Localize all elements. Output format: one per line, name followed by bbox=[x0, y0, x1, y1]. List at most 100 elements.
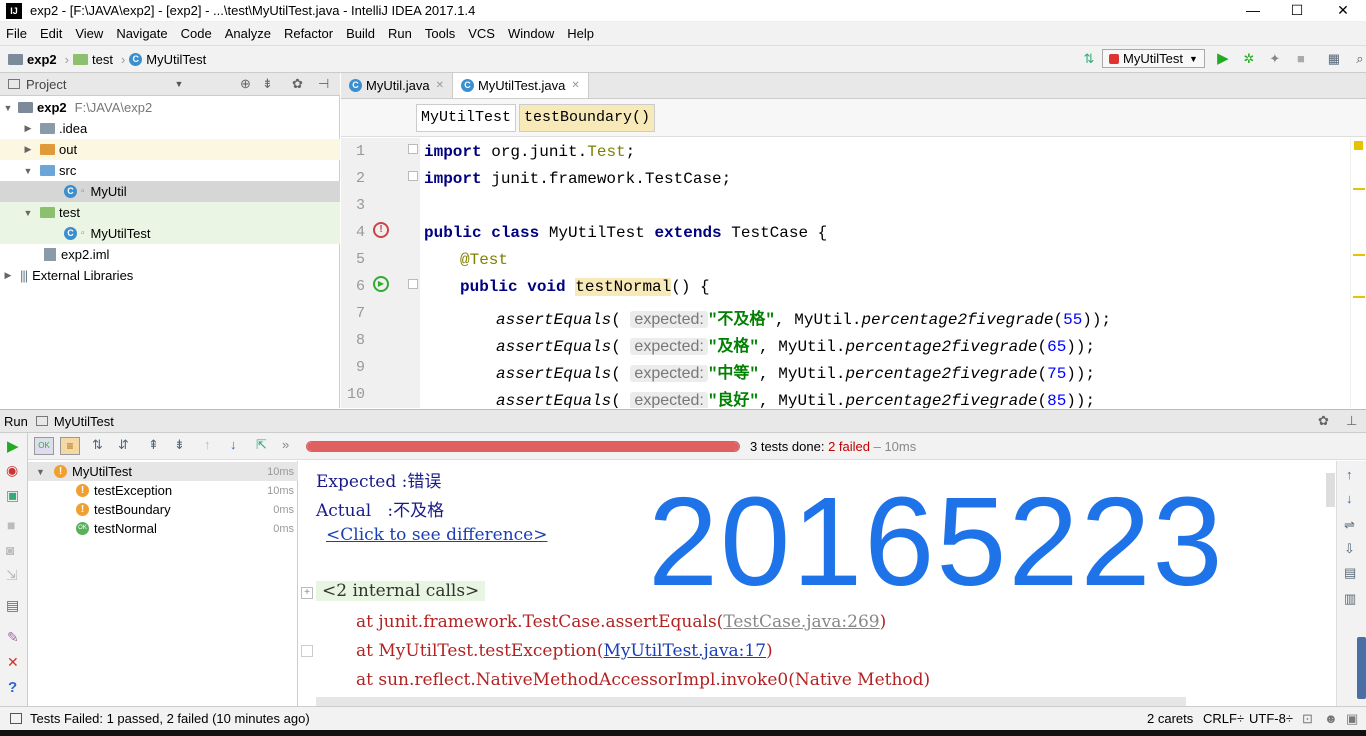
down-stack-icon[interactable]: ↓ bbox=[1346, 491, 1353, 506]
error-stripe[interactable] bbox=[1350, 138, 1366, 408]
hide-panel-icon[interactable]: ⊣ bbox=[318, 76, 329, 92]
tree-item-test[interactable]: ▼ test bbox=[0, 202, 340, 223]
project-pane-title[interactable]: Project bbox=[26, 77, 66, 92]
line-separator[interactable]: CRLF÷ bbox=[1203, 711, 1244, 726]
file-encoding[interactable]: UTF-8÷ bbox=[1249, 711, 1293, 726]
chevron-down-icon[interactable]: ▼ bbox=[174, 79, 183, 89]
menu-edit[interactable]: Edit bbox=[40, 26, 62, 41]
debug-icon[interactable]: ✲ bbox=[1241, 51, 1257, 67]
more-icon[interactable]: » bbox=[282, 437, 289, 452]
caret-count[interactable]: 2 carets bbox=[1147, 711, 1193, 726]
tree-item-external-libraries[interactable]: ▶ ||| External Libraries bbox=[0, 265, 340, 286]
expand-arrow-icon[interactable]: ▼ bbox=[2, 103, 14, 113]
code-editor[interactable]: import org.junit.Test; import junit.fram… bbox=[420, 138, 1350, 408]
internal-calls-fold[interactable]: <2 internal calls> bbox=[316, 581, 486, 601]
see-difference-link[interactable]: <Click to see difference> bbox=[326, 525, 548, 545]
project-structure-icon[interactable]: ▦ bbox=[1326, 51, 1342, 67]
export-results-icon[interactable]: ⇱ bbox=[256, 437, 267, 453]
warning-marker-icon[interactable] bbox=[1353, 254, 1365, 256]
locate-icon[interactable]: ⊕ bbox=[240, 76, 251, 92]
pin-icon[interactable]: ✎ bbox=[7, 629, 19, 646]
test-item-suite[interactable]: ▼ ! MyUtilTest 10ms bbox=[28, 462, 298, 481]
gear-icon[interactable]: ✿ bbox=[1318, 413, 1329, 429]
tab-myutiltest[interactable]: C MyUtilTest.java ✕ bbox=[452, 73, 589, 98]
warning-marker-icon[interactable] bbox=[1353, 296, 1365, 298]
menu-help[interactable]: Help bbox=[567, 26, 594, 41]
tree-item-out[interactable]: ▶ out bbox=[0, 139, 340, 160]
toggle-auto-test-icon[interactable]: ▣ bbox=[6, 487, 19, 504]
menu-tools[interactable]: Tools bbox=[425, 26, 455, 41]
tab-myutil[interactable]: C MyUtil.java ✕ bbox=[341, 73, 453, 98]
tree-item-exp2[interactable]: ▼ exp2 F:\JAVA\exp2 bbox=[0, 97, 340, 118]
breadcrumb-class[interactable]: MyUtilTest bbox=[416, 104, 517, 132]
show-ignored-icon[interactable]: ≡ bbox=[60, 437, 80, 455]
collapse-all-icon[interactable]: ⇟ bbox=[262, 76, 273, 92]
up-stack-icon[interactable]: ↑ bbox=[1346, 467, 1353, 482]
menu-view[interactable]: View bbox=[75, 26, 103, 41]
prev-failed-icon[interactable]: ↑ bbox=[204, 437, 211, 452]
fold-icon[interactable] bbox=[408, 171, 418, 181]
menu-run[interactable]: Run bbox=[388, 26, 412, 41]
fold-icon[interactable] bbox=[408, 279, 418, 289]
next-failed-icon[interactable]: ↓ bbox=[230, 437, 237, 452]
warning-marker-icon[interactable] bbox=[1354, 141, 1363, 150]
test-item-testboundary[interactable]: ! testBoundary 0ms bbox=[28, 500, 298, 519]
export-icon[interactable]: ⇲ bbox=[6, 567, 18, 584]
menu-navigate[interactable]: Navigate bbox=[116, 26, 167, 41]
layout-icon[interactable]: ▤ bbox=[6, 597, 19, 614]
build-icon[interactable]: ⇅ bbox=[1081, 51, 1097, 67]
gear-icon[interactable]: ✿ bbox=[292, 76, 303, 92]
dump-threads-icon[interactable]: ◙ bbox=[6, 542, 14, 558]
minimize-button[interactable]: — bbox=[1230, 0, 1276, 22]
expand-arrow-icon[interactable]: ▼ bbox=[22, 208, 34, 218]
menu-window[interactable]: Window bbox=[508, 26, 554, 41]
coverage-icon[interactable]: ✦ bbox=[1267, 51, 1283, 67]
horizontal-scrollbar[interactable] bbox=[316, 697, 1186, 706]
test-console-output[interactable]: Expected :错误 Actual :不及格 <Click to see d… bbox=[298, 461, 1336, 706]
expand-arrow-icon[interactable]: ▼ bbox=[22, 166, 34, 176]
expand-arrow-icon[interactable]: ▶ bbox=[22, 123, 34, 134]
rerun-failed-icon[interactable]: ◉ bbox=[6, 462, 18, 479]
expand-arrow-icon[interactable]: ▶ bbox=[2, 270, 14, 281]
test-item-testexception[interactable]: ! testException 10ms bbox=[28, 481, 298, 500]
close-icon[interactable]: ✕ bbox=[571, 80, 579, 91]
expand-all-icon[interactable]: ⇞ bbox=[148, 437, 159, 453]
run-test-class-failed-icon[interactable]: ! bbox=[373, 222, 389, 238]
rerun-icon[interactable]: ▶ bbox=[7, 437, 19, 455]
tree-item-exp2-iml[interactable]: exp2.iml bbox=[0, 244, 340, 265]
help-icon[interactable]: ? bbox=[8, 679, 17, 696]
run-config-name[interactable]: MyUtilTest bbox=[54, 414, 114, 429]
hide-panel-icon[interactable]: ⊥ bbox=[1346, 413, 1357, 429]
tree-item-myutiltest[interactable]: C ▫ MyUtilTest bbox=[0, 223, 340, 244]
warning-marker-icon[interactable] bbox=[1353, 188, 1365, 190]
menu-refactor[interactable]: Refactor bbox=[284, 26, 333, 41]
fold-icon[interactable] bbox=[408, 144, 418, 154]
run-config-select[interactable]: MyUtilTest ▼ bbox=[1102, 49, 1205, 68]
memory-indicator[interactable] bbox=[1357, 637, 1366, 699]
run-icon[interactable]: ▶ bbox=[1215, 50, 1231, 67]
tree-item-myutil[interactable]: C ▫ MyUtil bbox=[0, 181, 340, 202]
menu-build[interactable]: Build bbox=[346, 26, 375, 41]
menu-file[interactable]: File bbox=[6, 26, 27, 41]
menu-code[interactable]: Code bbox=[181, 26, 212, 41]
hector-icon[interactable]: ☻ bbox=[1324, 711, 1338, 726]
search-icon[interactable]: ⌕ bbox=[1352, 51, 1366, 67]
stack-link[interactable]: MyUtilTest.java:17 bbox=[603, 641, 766, 661]
nav-crumb-class[interactable]: C MyUtilTest bbox=[129, 52, 206, 67]
clear-icon[interactable]: ▥ bbox=[1344, 591, 1356, 607]
maximize-button[interactable]: ☐ bbox=[1274, 0, 1320, 22]
fold-icon[interactable] bbox=[301, 645, 313, 657]
close-icon[interactable]: ✕ bbox=[7, 654, 19, 671]
sort-alpha-icon[interactable]: ⇅ bbox=[92, 437, 103, 453]
scroll-to-end-icon[interactable]: ⇩ bbox=[1344, 541, 1355, 557]
stack-link[interactable]: TestCase.java:269 bbox=[723, 612, 879, 632]
print-icon[interactable]: ▤ bbox=[1344, 565, 1356, 581]
close-icon[interactable]: ✕ bbox=[436, 80, 444, 91]
breadcrumb-method[interactable]: testBoundary() bbox=[519, 104, 656, 132]
expand-fold-icon[interactable]: + bbox=[301, 587, 313, 599]
menu-vcs[interactable]: VCS bbox=[468, 26, 495, 41]
test-item-testnormal[interactable]: OK testNormal 0ms bbox=[28, 519, 298, 538]
menu-analyze[interactable]: Analyze bbox=[225, 26, 271, 41]
status-message[interactable]: Tests Failed: 1 passed, 2 failed (10 min… bbox=[30, 711, 310, 726]
tool-windows-icon[interactable] bbox=[10, 713, 22, 724]
